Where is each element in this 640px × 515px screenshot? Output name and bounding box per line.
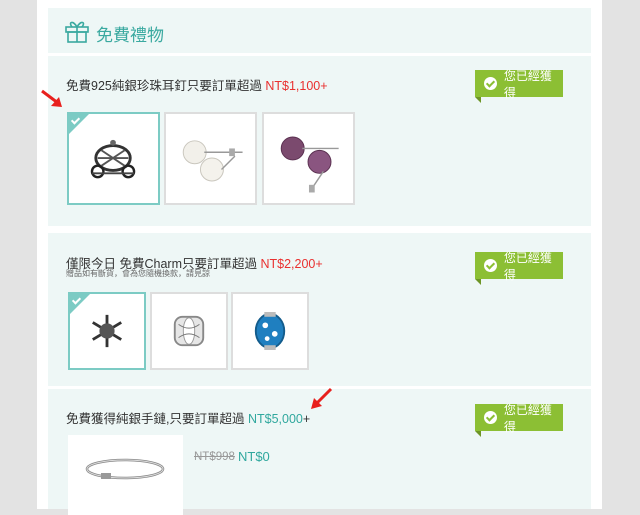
offer-condition-text: 免費925純銀珍珠耳釘只要訂單超過 bbox=[66, 79, 266, 93]
obtained-label: 您已經獲得 bbox=[503, 68, 552, 100]
gift-item-carriage-charm[interactable] bbox=[67, 112, 160, 205]
gift-item-white-pearl-earrings[interactable] bbox=[164, 112, 257, 205]
offer-threshold-price: NT$2,200 bbox=[260, 257, 316, 271]
carriage-charm-image bbox=[90, 139, 136, 179]
offer-threshold-price: NT$5,000 bbox=[247, 412, 303, 426]
silver-bracelet-image bbox=[85, 458, 165, 480]
original-price: NT$998 bbox=[194, 451, 235, 463]
gift-header: 免費禮物 bbox=[48, 8, 591, 53]
obtained-label: 您已經獲得 bbox=[503, 250, 552, 282]
purple-pearl-earrings-image bbox=[280, 136, 339, 193]
gift-item-blue-glass-charm[interactable] bbox=[231, 292, 309, 370]
blue-glass-charm-image bbox=[254, 312, 286, 350]
gift-item-silver-bracelet[interactable] bbox=[68, 435, 183, 515]
check-circle-icon bbox=[484, 411, 497, 424]
gift-item-silver-bead-charm[interactable] bbox=[150, 292, 228, 370]
obtained-label: 您已經獲得 bbox=[503, 402, 552, 434]
silver-bead-charm-image bbox=[173, 315, 205, 347]
offer-plus: + bbox=[302, 412, 311, 426]
white-pearl-earrings-image bbox=[182, 140, 243, 182]
red-arrow-icon bbox=[41, 89, 62, 107]
red-arrow-icon bbox=[311, 387, 333, 409]
offer-plus: + bbox=[315, 257, 323, 271]
offer-threshold-price: NT$1,100 bbox=[265, 79, 321, 93]
offer-title-3: 免費獲得純銀手鏈,只要訂單超過 NT$5,000+ bbox=[66, 408, 310, 427]
stock-note: 贈品如有斷貨，會為您隨機換款，請見諒 bbox=[66, 269, 210, 278]
offer-title-1: 免費925純銀珍珠耳釘只要訂單超過 NT$1,100+ bbox=[66, 75, 328, 94]
gift-icon bbox=[65, 21, 89, 43]
offer-plus: + bbox=[320, 79, 328, 93]
obtained-badge-2: 您已經獲得 bbox=[475, 251, 563, 285]
gift-item-purple-pearl-earrings[interactable] bbox=[262, 112, 355, 205]
offer-section-2: 僅限今日 免費Charm只要訂單超過 NT$2,200+ 贈品如有斷貨，會為您隨… bbox=[48, 233, 591, 386]
check-circle-icon bbox=[484, 259, 497, 272]
obtained-badge-3: 您已經獲得 bbox=[475, 403, 563, 437]
gift-price: NT$0 bbox=[238, 449, 270, 464]
gift-item-snowflake-charm[interactable] bbox=[68, 292, 146, 370]
offer-section-1: 免費925純銀珍珠耳釘只要訂單超過 NT$1,100+ 您已經獲得 bbox=[48, 56, 591, 226]
snowflake-charm-image bbox=[92, 314, 122, 348]
offer-condition-text: 免費獲得純銀手鏈,只要訂單超過 bbox=[66, 412, 248, 426]
obtained-badge-1: 您已經獲得 bbox=[475, 69, 563, 103]
page-title: 免費禮物 bbox=[96, 26, 164, 45]
check-circle-icon bbox=[484, 77, 497, 90]
